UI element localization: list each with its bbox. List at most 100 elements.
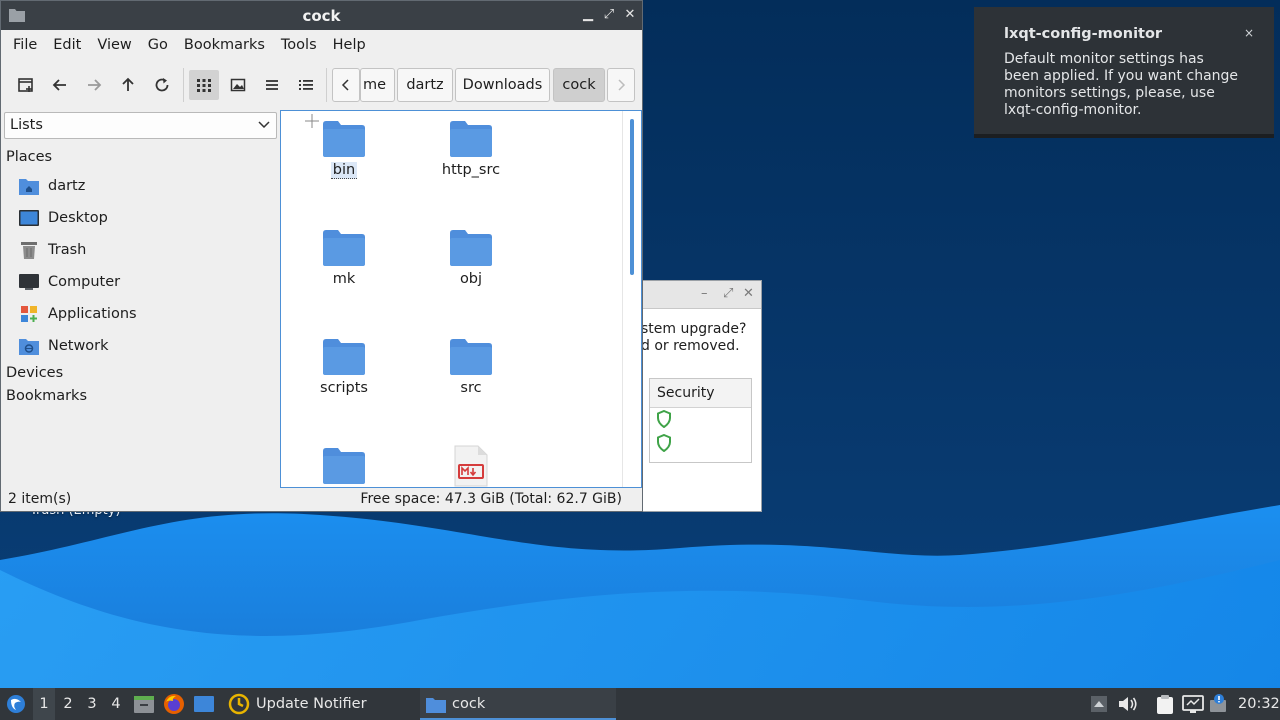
file-manager-titlebar[interactable]: cock ▁ ⤢ ✕ [1, 1, 642, 30]
sidebar-item-computer[interactable]: Computer [18, 268, 120, 296]
tray-volume[interactable] [1118, 688, 1138, 720]
tray-update-alert[interactable] [1209, 688, 1227, 720]
workspace-4[interactable]: 4 [105, 688, 127, 720]
file-name: http_src [441, 162, 501, 178]
package-table[interactable]: Security [649, 378, 752, 463]
breadcrumb-current[interactable]: cock [553, 68, 605, 102]
menu-go[interactable]: Go [140, 37, 176, 53]
notification-close-icon[interactable]: × [1244, 26, 1254, 40]
sidebar-item-label: Desktop [48, 210, 108, 226]
clock[interactable]: 20:32 [1238, 688, 1280, 720]
image-view-icon [230, 78, 246, 92]
sidebar-item-label: dartz [48, 178, 86, 194]
forward-button[interactable] [79, 70, 109, 100]
file-item[interactable]: src [416, 339, 526, 396]
detailed-list-icon [299, 80, 313, 90]
thumbnail-view-button[interactable] [223, 70, 253, 100]
sidebar-item-trash[interactable]: Trash [18, 236, 86, 264]
menu-bookmarks[interactable]: Bookmarks [176, 37, 273, 53]
detailed-list-button[interactable] [291, 70, 321, 100]
table-row[interactable] [650, 408, 751, 432]
folder-view[interactable]: bin http_src mk obj scripts src [280, 110, 642, 488]
security-column-header[interactable]: Security [650, 379, 751, 408]
quicklaunch-file-manager[interactable] [133, 688, 155, 720]
grid-view-icon [197, 79, 211, 92]
menu-view[interactable]: View [89, 37, 139, 53]
file-item[interactable] [416, 445, 526, 487]
desktop-icon [19, 210, 39, 226]
scrollbar-track[interactable] [622, 111, 623, 487]
file-item[interactable]: bin [289, 121, 399, 179]
maximize-icon[interactable]: ⤢ [723, 286, 733, 301]
tray-network[interactable] [1182, 688, 1204, 720]
reload-button[interactable] [147, 70, 177, 100]
new-tab-icon [18, 78, 33, 92]
menu-edit[interactable]: Edit [45, 37, 89, 53]
folder-icon [450, 339, 492, 375]
markdown-file-icon [454, 445, 488, 487]
file-name: scripts [320, 380, 368, 396]
window-title: cock [302, 7, 341, 25]
up-button[interactable] [113, 70, 143, 100]
breadcrumb-home[interactable]: me [360, 68, 395, 102]
task-label: Update Notifier [256, 696, 367, 712]
icon-view-button[interactable] [189, 70, 219, 100]
start-menu-button[interactable] [4, 688, 28, 720]
workspace-3[interactable]: 3 [81, 688, 103, 720]
sidebar-item-applications[interactable]: Applications [18, 300, 137, 328]
file-item[interactable]: mk [289, 230, 399, 287]
task-label: cock [452, 696, 486, 712]
quicklaunch-firefox[interactable] [163, 688, 185, 720]
side-pane-mode-select[interactable]: Lists [4, 112, 277, 139]
file-item[interactable]: http_src [416, 121, 526, 178]
breadcrumb-scroll-right[interactable] [607, 68, 635, 102]
sidebar-item-home[interactable]: dartz [18, 172, 85, 200]
sidebar-item-network[interactable]: Network [18, 332, 109, 360]
notification-popup[interactable]: lxqt-config-monitor Default monitor sett… [974, 7, 1274, 138]
devices-header[interactable]: Devices [6, 365, 63, 381]
back-button[interactable] [45, 70, 75, 100]
workspace-2[interactable]: 2 [57, 688, 79, 720]
file-name: mk [332, 271, 356, 287]
close-icon[interactable]: ✕ [743, 286, 754, 301]
table-row[interactable] [650, 432, 751, 456]
sidebar-item-desktop[interactable]: Desktop [18, 204, 108, 232]
chevron-right-icon [618, 79, 626, 91]
tray-show-hidden[interactable] [1090, 688, 1108, 720]
new-tab-button[interactable] [11, 70, 41, 100]
task-file-manager[interactable]: cock [420, 688, 616, 720]
volume-icon [1119, 697, 1137, 711]
quicklaunch-desktop[interactable] [193, 688, 215, 720]
vertical-scrollbar[interactable] [630, 119, 634, 275]
menu-help[interactable]: Help [325, 37, 374, 53]
file-name: obj [459, 271, 483, 287]
task-update-notifier[interactable]: Update Notifier [222, 688, 420, 720]
chevron-down-icon [258, 121, 270, 129]
close-button[interactable]: ✕ [621, 6, 639, 24]
folder-icon [450, 230, 492, 266]
arrow-up-icon [122, 77, 134, 91]
lubuntu-logo-icon [7, 695, 25, 713]
toolbar-separator [326, 68, 327, 102]
tray-clipboard[interactable] [1156, 688, 1174, 720]
tray-arrow-up-icon [1091, 696, 1107, 712]
breadcrumb-downloads[interactable]: Downloads [455, 68, 550, 102]
status-bar: 2 item(s) Free space: 47.3 GiB (Total: 6… [1, 488, 642, 511]
menu-tools[interactable]: Tools [273, 37, 325, 53]
file-item[interactable] [289, 448, 399, 484]
file-item[interactable]: obj [416, 230, 526, 287]
places-header[interactable]: Places [6, 149, 52, 165]
menu-bar: File Edit View Go Bookmarks Tools Help [1, 30, 642, 60]
compact-view-button[interactable] [257, 70, 287, 100]
breadcrumb-dartz[interactable]: dartz [397, 68, 453, 102]
bookmarks-header[interactable]: Bookmarks [6, 388, 87, 404]
maximize-button[interactable]: ⤢ [600, 6, 618, 24]
minimize-icon[interactable]: – [701, 286, 708, 301]
file-item[interactable]: scripts [289, 339, 399, 396]
breadcrumb-scroll-left[interactable] [332, 68, 360, 102]
menu-file[interactable]: File [5, 37, 45, 53]
folder-icon [426, 697, 446, 713]
workspace-1[interactable]: 1 [33, 688, 55, 720]
file-manager-window[interactable]: cock ▁ ⤢ ✕ File Edit View Go Bookmarks T… [0, 0, 643, 512]
minimize-button[interactable]: ▁ [579, 6, 597, 24]
